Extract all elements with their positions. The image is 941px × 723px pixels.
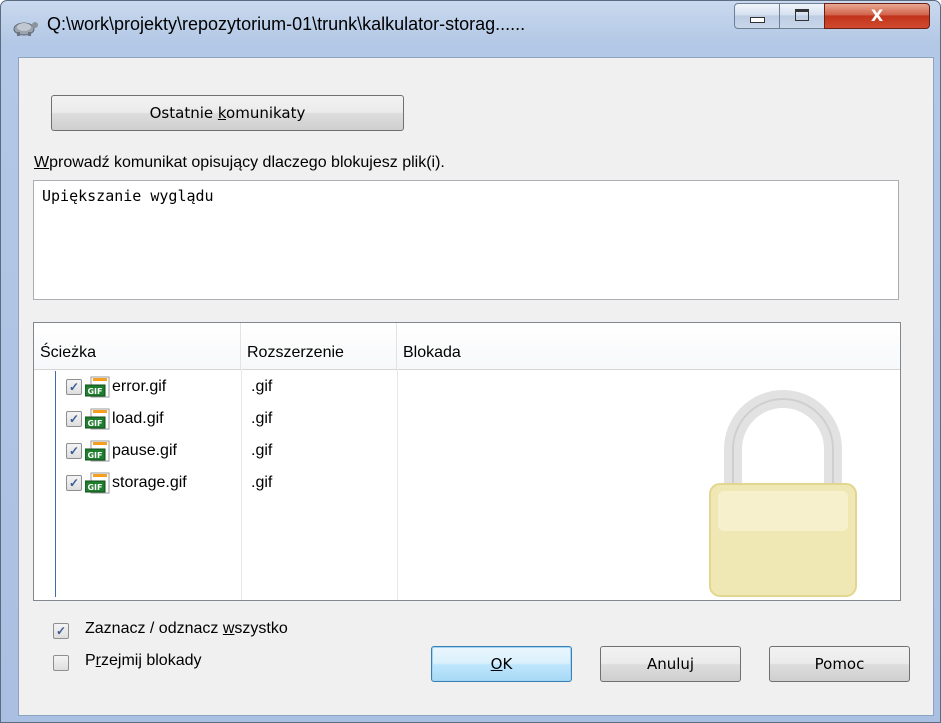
- file-checkbox[interactable]: ✓: [66, 379, 82, 395]
- file-extension: .gif: [251, 474, 273, 491]
- lock-message-input[interactable]: Upiększanie wyglądu: [33, 180, 899, 300]
- padlock-icon: [709, 390, 857, 597]
- file-checkbox[interactable]: ✓: [66, 475, 82, 491]
- file-name: pause.gif: [112, 442, 177, 459]
- file-list-header: Ścieżka Rozszerzenie Blokada: [34, 323, 900, 370]
- file-extension: .gif: [251, 442, 273, 459]
- help-button[interactable]: Pomoc: [769, 646, 910, 682]
- column-header-lock[interactable]: Blokada: [397, 323, 900, 369]
- title-bar[interactable]: Q:\work\projekty\repozytorium-01\trunk\k…: [1, 1, 940, 57]
- file-checkbox[interactable]: ✓: [66, 411, 82, 427]
- file-extension: .gif: [251, 378, 273, 395]
- message-label: Wprowadź komunikat opisujący dlaczego bl…: [34, 154, 445, 171]
- close-icon: X: [870, 6, 884, 25]
- file-extension: .gif: [251, 410, 273, 427]
- file-name: load.gif: [112, 410, 164, 427]
- close-button[interactable]: X: [824, 3, 930, 29]
- maximize-icon: [795, 9, 809, 21]
- tortoise-app-icon: [13, 22, 38, 36]
- select-all-checkbox-box[interactable]: ✓: [53, 623, 69, 639]
- file-list[interactable]: Ścieżka Rozszerzenie Blokada ✓ GIF error…: [33, 322, 901, 601]
- cancel-button[interactable]: Anuluj: [600, 646, 741, 682]
- ok-button[interactable]: OK: [431, 646, 572, 682]
- gif-file-icon: GIF: [85, 408, 110, 430]
- column-header-extension[interactable]: Rozszerzenie: [241, 323, 397, 369]
- svg-text:GIF: GIF: [87, 451, 102, 460]
- gif-file-icon: GIF: [85, 376, 110, 398]
- dialog-client-area: Ostatnie komunikaty Wprowadź komunikat o…: [18, 57, 934, 716]
- svg-text:GIF: GIF: [87, 387, 102, 396]
- gif-file-icon: GIF: [85, 440, 110, 462]
- select-all-label: Zaznacz / odznacz wszystko: [85, 620, 288, 637]
- caption-buttons: X: [734, 3, 930, 29]
- maximize-button[interactable]: [779, 3, 825, 29]
- lock-dialog-window: Q:\work\projekty\repozytorium-01\trunk\k…: [0, 0, 941, 723]
- recent-messages-button[interactable]: Ostatnie komunikaty: [51, 95, 404, 131]
- file-checkbox[interactable]: ✓: [66, 443, 82, 459]
- column-header-path[interactable]: Ścieżka: [34, 323, 241, 369]
- gif-file-icon: GIF: [85, 472, 110, 494]
- file-name: storage.gif: [112, 474, 187, 491]
- file-name: error.gif: [112, 378, 167, 395]
- steal-locks-label: Przejmij blokady: [85, 652, 202, 669]
- minimize-icon: [750, 17, 765, 23]
- svg-text:GIF: GIF: [87, 483, 102, 492]
- minimize-button[interactable]: [734, 3, 780, 29]
- steal-locks-checkbox-box[interactable]: [53, 655, 69, 671]
- window-title: Q:\work\projekty\repozytorium-01\trunk\k…: [47, 14, 526, 34]
- svg-text:GIF: GIF: [87, 419, 102, 428]
